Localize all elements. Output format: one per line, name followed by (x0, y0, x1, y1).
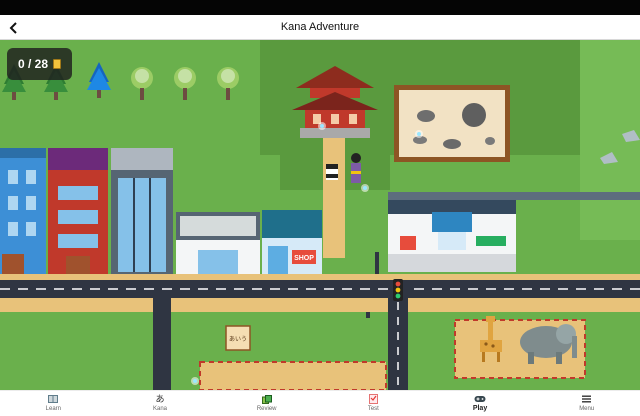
tab-learn[interactable]: Learn (0, 391, 107, 416)
menu-icon (582, 393, 592, 405)
kimono-character[interactable] (351, 153, 361, 183)
interaction-marker[interactable] (191, 377, 199, 385)
book-icon (48, 393, 59, 405)
back-arrow-icon (9, 21, 17, 34)
tab-review[interactable]: Review (213, 391, 320, 416)
page-title: Kana Adventure (280, 21, 360, 33)
tab-menu[interactable]: Menu (533, 391, 640, 416)
side-road (153, 296, 171, 390)
bottom-tab-bar: Learn あ Kana Review Test Play Menu (0, 390, 640, 416)
building-red[interactable] (48, 148, 108, 274)
gamepad-icon (474, 393, 486, 405)
progress-counter: 0 / 28 (7, 48, 72, 80)
rock-garden[interactable] (394, 85, 510, 162)
interaction-marker[interactable] (318, 122, 326, 130)
plaza (200, 362, 386, 390)
traffic-light (393, 279, 403, 301)
interaction-marker[interactable] (361, 184, 369, 192)
building-blue[interactable] (0, 148, 46, 274)
game-map[interactable]: SHOP あいう (0, 40, 640, 390)
hiragana-a-icon: あ (155, 393, 165, 404)
interaction-marker[interactable] (415, 130, 423, 138)
street-lamp (375, 252, 379, 274)
coin-icon (53, 59, 62, 69)
tab-kana[interactable]: あ Kana (107, 391, 214, 416)
panda-character[interactable] (326, 164, 338, 180)
progress-text: 0 / 28 (17, 57, 49, 71)
tab-play[interactable]: Play (427, 391, 534, 416)
store-building[interactable] (176, 212, 260, 274)
back-button[interactable] (4, 15, 24, 40)
shop-building[interactable]: SHOP (262, 210, 322, 274)
shop-sign: SHOP (294, 255, 314, 262)
cards-icon (261, 393, 272, 405)
app-header: Kana Adventure (0, 15, 640, 40)
building-glass[interactable] (111, 148, 173, 274)
scroll-text: あいう (229, 336, 247, 343)
status-bar (0, 0, 640, 15)
tab-test[interactable]: Test (320, 391, 427, 416)
test-sheet-icon (368, 393, 378, 405)
scroll-sign[interactable]: あいう (225, 325, 251, 351)
sand-path (323, 138, 345, 258)
